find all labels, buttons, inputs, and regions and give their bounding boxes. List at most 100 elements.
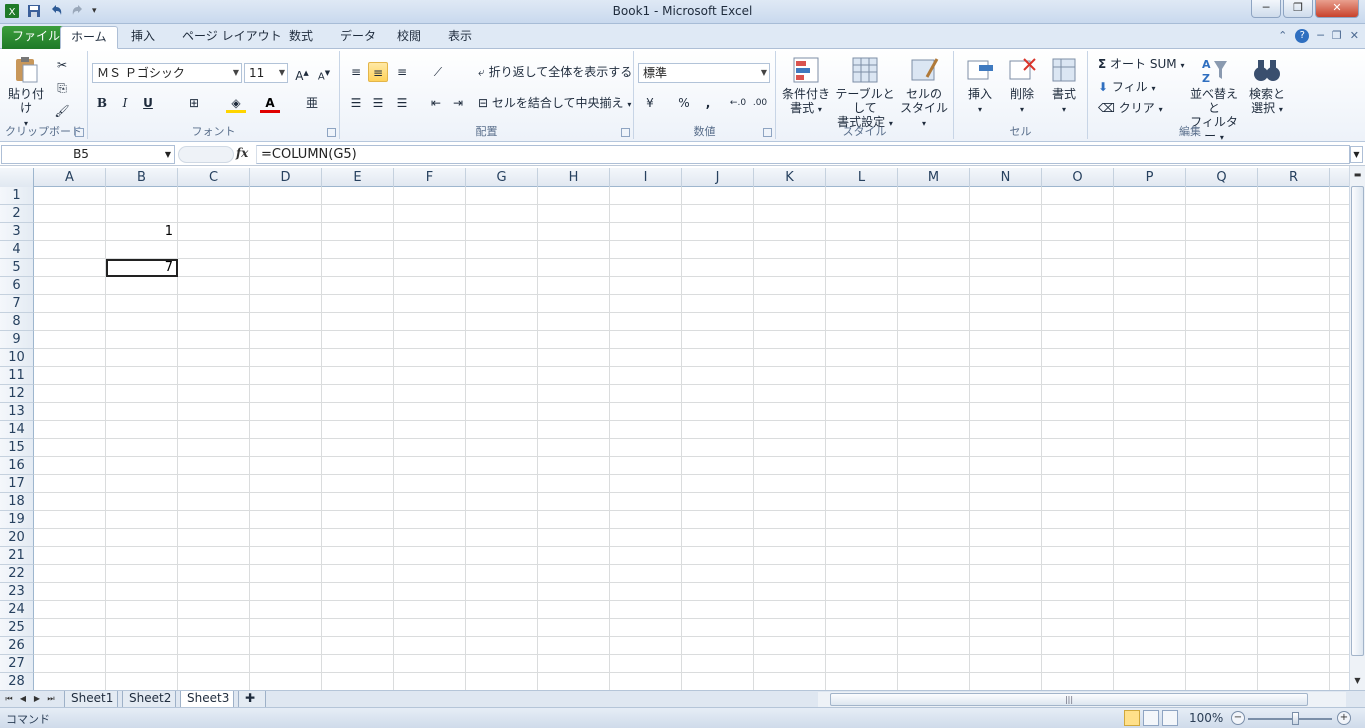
close-button[interactable]: ✕: [1315, 0, 1359, 18]
decrease-indent-icon[interactable]: ⇤: [426, 93, 446, 113]
tab-insert[interactable]: 挿入: [121, 26, 165, 49]
row-header-21[interactable]: 21: [0, 547, 34, 565]
page-layout-view-icon[interactable]: [1143, 710, 1159, 726]
row-header-25[interactable]: 25: [0, 619, 34, 637]
tab-formulas[interactable]: 数式: [279, 26, 323, 49]
column-header-g[interactable]: G: [466, 168, 538, 187]
sheet-tab-sheet3[interactable]: Sheet3: [180, 691, 234, 708]
column-header-e[interactable]: E: [322, 168, 394, 187]
column-header-c[interactable]: C: [178, 168, 250, 187]
align-top-icon[interactable]: ≡: [346, 62, 366, 82]
column-header-b[interactable]: B: [106, 168, 178, 187]
column-header-o[interactable]: O: [1042, 168, 1114, 187]
tab-page-layout[interactable]: ページ レイアウト: [172, 26, 292, 49]
clear-button[interactable]: ⌫ クリア ▾: [1098, 101, 1163, 117]
fill-color-icon[interactable]: ◈: [226, 93, 246, 113]
tab-home[interactable]: ホーム: [60, 26, 118, 49]
underline-button[interactable]: U: [138, 93, 158, 113]
row-header-23[interactable]: 23: [0, 583, 34, 601]
decrease-decimal-icon[interactable]: .00: [750, 93, 770, 113]
tab-review[interactable]: 校閲: [387, 26, 431, 49]
restore-button[interactable]: ❐: [1283, 0, 1313, 18]
column-header-l[interactable]: L: [826, 168, 898, 187]
row-header-17[interactable]: 17: [0, 475, 34, 493]
next-sheet-icon[interactable]: ▶: [32, 692, 42, 706]
row-header-2[interactable]: 2: [0, 205, 34, 223]
row-header-28[interactable]: 28: [0, 673, 34, 690]
wrap-text-button[interactable]: ⤶ 折り返して全体を表示する: [478, 65, 632, 79]
bold-button[interactable]: B: [92, 93, 112, 113]
grow-font-icon[interactable]: A▲: [292, 63, 312, 83]
row-header-5[interactable]: 5: [0, 259, 34, 277]
column-header-a[interactable]: A: [34, 168, 106, 187]
number-format-select[interactable]: 標準 ▼: [638, 63, 770, 83]
comma-button[interactable]: ,: [698, 93, 718, 113]
row-header-15[interactable]: 15: [0, 439, 34, 457]
formula-bar-handle[interactable]: [178, 146, 234, 163]
zoom-level[interactable]: 100%: [1189, 711, 1223, 725]
font-name-select[interactable]: ＭＳ Ｐゴシック ▼: [92, 63, 242, 83]
page-break-view-icon[interactable]: [1162, 710, 1178, 726]
insert-sheet-icon[interactable]: ✚: [238, 691, 266, 708]
last-sheet-icon[interactable]: ⏭: [46, 692, 56, 706]
borders-icon[interactable]: ⊞: [184, 93, 204, 113]
align-center-icon[interactable]: ☰: [368, 93, 388, 113]
font-launcher-icon[interactable]: [327, 128, 336, 137]
column-header-d[interactable]: D: [250, 168, 322, 187]
tab-view[interactable]: 表示: [438, 26, 482, 49]
fill-button[interactable]: ⬇ フィル ▾: [1098, 80, 1156, 96]
name-box[interactable]: B5 ▼: [1, 145, 175, 164]
row-header-20[interactable]: 20: [0, 529, 34, 547]
column-header-i[interactable]: I: [610, 168, 682, 187]
phonetic-icon[interactable]: 亜: [302, 93, 322, 113]
shrink-font-icon[interactable]: A▼: [314, 63, 334, 83]
format-painter-icon[interactable]: 🖌: [52, 101, 72, 121]
zoom-in-icon[interactable]: +: [1337, 711, 1351, 725]
align-right-icon[interactable]: ☰: [392, 93, 412, 113]
horizontal-scroll-thumb[interactable]: |||: [830, 693, 1308, 706]
row-header-9[interactable]: 9: [0, 331, 34, 349]
tab-data[interactable]: データ: [330, 26, 386, 49]
clipboard-launcher-icon[interactable]: [75, 128, 84, 137]
first-sheet-icon[interactable]: ⏮: [4, 692, 14, 706]
percent-button[interactable]: %: [674, 93, 694, 113]
alignment-launcher-icon[interactable]: [621, 128, 630, 137]
column-header-h[interactable]: H: [538, 168, 610, 187]
row-header-11[interactable]: 11: [0, 367, 34, 385]
zoom-slider-thumb[interactable]: [1292, 712, 1299, 725]
row-header-10[interactable]: 10: [0, 349, 34, 367]
minimize-button[interactable]: ─: [1251, 0, 1281, 18]
select-all-corner[interactable]: [0, 168, 34, 187]
workbook-close-icon[interactable]: ✕: [1350, 29, 1359, 43]
column-header-p[interactable]: P: [1114, 168, 1186, 187]
cell-b3[interactable]: 1: [106, 223, 178, 241]
row-header-8[interactable]: 8: [0, 313, 34, 331]
copy-icon[interactable]: ⎘: [52, 78, 72, 98]
expand-formula-bar-icon[interactable]: ▼: [1350, 146, 1363, 163]
vertical-scroll-thumb[interactable]: [1351, 186, 1364, 656]
row-header-16[interactable]: 16: [0, 457, 34, 475]
insert-function-button[interactable]: fx: [236, 146, 248, 160]
row-header-1[interactable]: 1: [0, 187, 34, 205]
align-bottom-icon[interactable]: ≡: [392, 62, 412, 82]
orientation-icon[interactable]: ⟋: [428, 62, 448, 82]
accounting-format-icon[interactable]: ¥: [640, 93, 660, 113]
cell-area[interactable]: 17: [34, 187, 1349, 690]
collapse-ribbon-icon[interactable]: ⌃: [1278, 29, 1287, 43]
row-header-14[interactable]: 14: [0, 421, 34, 439]
cut-icon[interactable]: ✂: [52, 55, 72, 75]
format-as-table-button[interactable]: テーブルとして 書式設定 ▾: [832, 55, 898, 131]
column-header-n[interactable]: N: [970, 168, 1042, 187]
vertical-scrollbar[interactable]: ▬ ▼: [1349, 166, 1365, 690]
font-size-select[interactable]: 11 ▼: [244, 63, 288, 83]
find-select-button[interactable]: 検索と 選択 ▾: [1244, 55, 1290, 117]
autosum-button[interactable]: Σ オート SUM ▾: [1098, 57, 1184, 73]
help-icon[interactable]: ?: [1295, 29, 1310, 43]
row-header-18[interactable]: 18: [0, 493, 34, 511]
sheet-tab-sheet1[interactable]: Sheet1: [64, 691, 118, 708]
format-cells-button[interactable]: 書式 ▾: [1044, 55, 1084, 117]
column-header-f[interactable]: F: [394, 168, 466, 187]
column-header-j[interactable]: J: [682, 168, 754, 187]
row-header-7[interactable]: 7: [0, 295, 34, 313]
scroll-down-icon[interactable]: ▼: [1350, 674, 1365, 688]
